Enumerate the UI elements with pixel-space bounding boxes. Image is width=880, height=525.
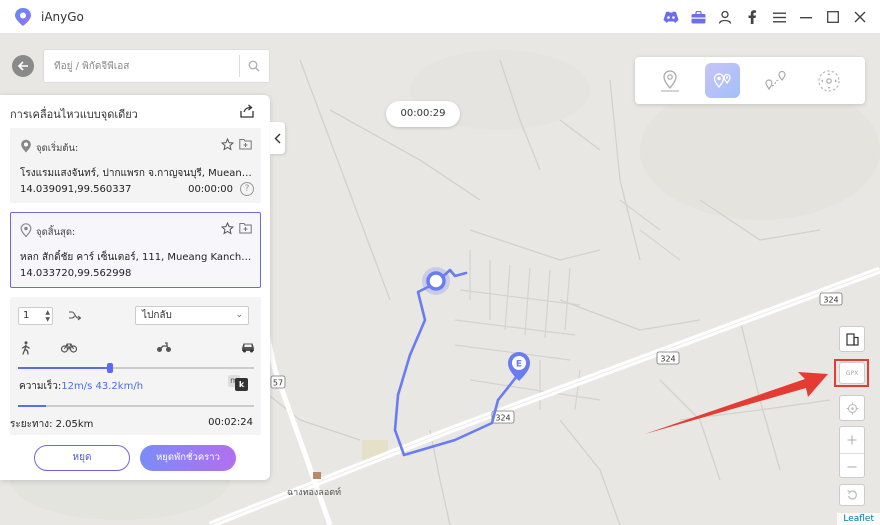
- speed-readout: ความเร็ว:12m/s 43.2km/h: [19, 379, 143, 394]
- speed-slider-fill: [18, 367, 110, 369]
- teleport-mode-button[interactable]: [652, 63, 687, 98]
- svg-text:324: 324: [660, 355, 675, 364]
- stepper-arrows-icon[interactable]: ▲ ▼: [45, 309, 50, 323]
- end-label: จุดสิ้นสุด:: [36, 227, 76, 238]
- zoom-out-button[interactable]: [840, 454, 864, 480]
- device-icon: [845, 332, 859, 346]
- walk-icon[interactable]: [20, 341, 32, 358]
- title-bar: iAnyGo: [0, 0, 880, 34]
- star-icon[interactable]: [220, 221, 235, 238]
- save-folder-icon[interactable]: [239, 222, 252, 237]
- plus-icon: [847, 435, 857, 445]
- motorcycle-icon[interactable]: [156, 341, 172, 356]
- mode-toolbar: [635, 57, 865, 104]
- road-label-324-mid: 324: [656, 351, 680, 365]
- start-label: จุดเริ่มต้น:: [36, 143, 79, 154]
- place-label: ฉางทองลอตท์: [287, 486, 341, 498]
- car-icon[interactable]: [241, 341, 255, 356]
- single-spot-mode-button[interactable]: [705, 63, 740, 98]
- toolbox-icon[interactable]: [688, 7, 708, 27]
- export-button[interactable]: [240, 104, 254, 121]
- stop-button[interactable]: หยุด: [34, 445, 130, 471]
- save-folder-icon[interactable]: [239, 138, 252, 153]
- start-coordinates: 14.039091,99.560337: [20, 184, 132, 195]
- start-point-card[interactable]: จุดเริ่มต้น: โรงแรมแสงจันทร์, ปากแพรก จ.…: [10, 128, 261, 203]
- reset-button[interactable]: [839, 484, 865, 506]
- undo-icon: [847, 489, 857, 500]
- app-name: iAnyGo: [41, 9, 84, 24]
- search-box: [43, 49, 270, 83]
- unit-km-toggle[interactable]: k: [235, 378, 248, 391]
- end-address: หลก สักดิ์ชัย คาร์ เซ็นเตอร์, 111, Muean…: [20, 252, 254, 263]
- close-icon[interactable]: [850, 7, 870, 27]
- facebook-icon[interactable]: [742, 7, 762, 27]
- chevron-down-icon: ⌄: [235, 310, 243, 320]
- speed-label: ความเร็ว:: [19, 381, 62, 392]
- arrow-left-icon: [17, 61, 28, 71]
- minimize-icon[interactable]: [796, 7, 816, 27]
- place-icon: [313, 472, 321, 479]
- pause-button[interactable]: หยุดพักชั่วคราว: [140, 445, 236, 471]
- distance-text: ระยะทาง: 2.05km: [10, 419, 94, 430]
- end-pin-icon: [20, 223, 32, 240]
- route-progress-fill: [18, 405, 46, 407]
- leaflet-attribution[interactable]: Leaflet: [837, 513, 880, 525]
- gpx-highlight-box: [834, 359, 869, 387]
- crosshair-icon: [846, 402, 858, 414]
- route-panel: การเคลื่อนไหวแบบจุดเดียว จุดเริ่มต้น: โร…: [0, 95, 270, 480]
- collapse-panel-button[interactable]: [270, 122, 285, 154]
- location-pin-icon: [660, 69, 679, 92]
- speed-slider-handle[interactable]: [107, 363, 113, 373]
- help-icon[interactable]: ?: [240, 182, 254, 196]
- discord-icon[interactable]: [661, 7, 681, 27]
- menu-icon[interactable]: [769, 7, 789, 27]
- movement-settings: 1 ▲ ▼ ไปกลับ ⌄ ความเร็ว:12m/s 43.2km/h m…: [10, 297, 261, 435]
- start-time: 00:00:00: [188, 184, 233, 195]
- shuffle-icon[interactable]: [68, 308, 82, 325]
- route-mode-select[interactable]: ไปกลับ ⌄: [135, 306, 249, 325]
- zoom-control: [839, 426, 865, 478]
- search-icon: [249, 60, 260, 72]
- bicycle-icon[interactable]: [60, 341, 78, 356]
- back-button[interactable]: [12, 55, 34, 77]
- start-address: โรงแรมแสงจันทร์, ปากแพรก จ.กาญจนบุรี, Mu…: [20, 168, 254, 179]
- locate-button[interactable]: [839, 395, 865, 421]
- panel-title: การเคลื่อนไหวแบบจุดเดียว: [10, 108, 138, 121]
- start-pin-icon: [20, 139, 32, 156]
- svg-text:57: 57: [273, 379, 283, 388]
- device-button[interactable]: [839, 326, 865, 352]
- svg-text:E: E: [516, 360, 522, 370]
- multi-spot-mode-button[interactable]: [758, 63, 793, 98]
- user-icon[interactable]: [715, 7, 735, 27]
- duration-text: 00:02:24: [208, 417, 253, 428]
- road-label-57: 57: [270, 375, 286, 389]
- speed-value: 12m/s 43.2km/h: [61, 381, 144, 392]
- search-input[interactable]: [54, 60, 239, 72]
- end-coordinates: 14.033720,99.562998: [20, 268, 132, 279]
- road-label-324-right: 324: [819, 292, 843, 306]
- repeat-count-input[interactable]: 1 ▲ ▼: [18, 307, 53, 325]
- current-location-marker: [422, 267, 450, 295]
- chevron-left-icon: [274, 133, 281, 143]
- export-icon: [240, 104, 254, 118]
- elapsed-timer: 00:00:29: [386, 101, 460, 127]
- svg-text:324: 324: [495, 414, 510, 423]
- joystick-icon: [817, 69, 840, 92]
- star-icon[interactable]: [220, 137, 235, 154]
- speed-slider[interactable]: [18, 363, 254, 373]
- zoom-in-button[interactable]: [840, 427, 864, 453]
- route-progress-bar: [18, 405, 254, 407]
- svg-text:324: 324: [823, 296, 838, 305]
- two-spot-icon: [713, 72, 731, 88]
- maximize-icon[interactable]: [823, 7, 843, 27]
- joystick-mode-button[interactable]: [811, 63, 846, 98]
- app-logo-icon: [15, 7, 31, 26]
- multi-spot-icon: [764, 70, 786, 90]
- search-button[interactable]: [240, 60, 269, 72]
- minus-icon: [847, 466, 857, 468]
- end-point-card[interactable]: จุดสิ้นสุด: หลก สักดิ์ชัย คาร์ เซ็นเตอร์…: [10, 212, 261, 288]
